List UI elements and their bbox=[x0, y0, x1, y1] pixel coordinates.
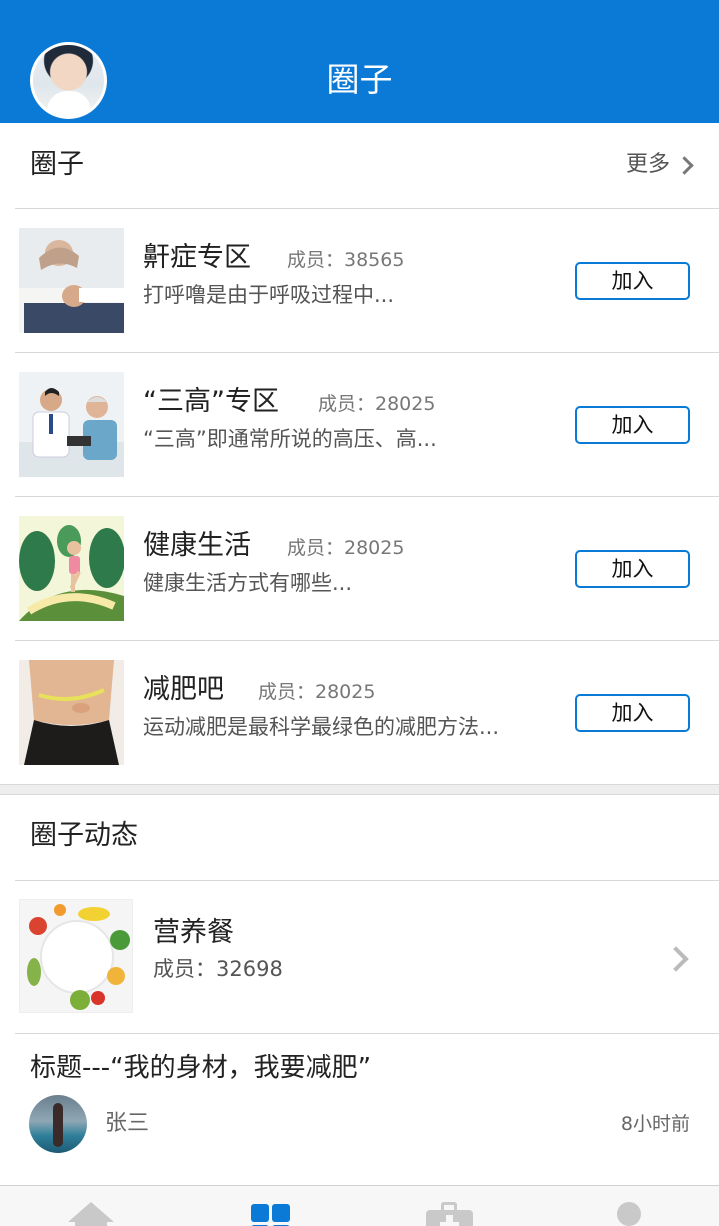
post-author-avatar[interactable] bbox=[29, 1095, 87, 1153]
feed-section-title: 圈子动态 bbox=[30, 820, 138, 851]
post-title[interactable]: 标题---“我的身材，我要减肥” bbox=[30, 1050, 371, 1086]
feed-section-header: 圈子动态 bbox=[0, 796, 719, 882]
feed-group-name: 营养餐 bbox=[153, 917, 234, 948]
circle-members: 成员：28025 bbox=[258, 681, 376, 703]
circle-item[interactable]: 减肥吧 成员：28025 运动减肥是最科学最绿色的减肥方法... 加入 bbox=[0, 641, 719, 785]
chevron-right-icon bbox=[663, 946, 689, 972]
grid-icon[interactable] bbox=[250, 1198, 300, 1226]
page-title: 圈子 bbox=[326, 60, 393, 99]
circle-desc: 健康生活方式有哪些... bbox=[143, 571, 353, 595]
circles-section-header: 圈子 更多 bbox=[0, 123, 719, 209]
feed-group-item[interactable]: 营养餐 成员：32698 bbox=[0, 880, 719, 1034]
home-icon[interactable] bbox=[66, 1198, 116, 1226]
fruit-plate-thumbnail bbox=[19, 899, 133, 1013]
jogging-thumbnail bbox=[19, 516, 124, 621]
circle-name: 鼾症专区 bbox=[143, 242, 251, 273]
join-button[interactable]: 加入 bbox=[575, 406, 690, 444]
circle-item[interactable]: 鼾症专区 成员：38565 打呼噜是由于呼吸过程中... 加入 bbox=[0, 209, 719, 353]
circle-name: 减肥吧 bbox=[143, 674, 224, 705]
feed-group-members: 成员：32698 bbox=[153, 957, 283, 981]
post-author: 张三 bbox=[105, 1111, 150, 1136]
join-button[interactable]: 加入 bbox=[575, 262, 690, 300]
circle-name: “三高”专区 bbox=[143, 386, 279, 417]
more-link[interactable]: 更多 bbox=[625, 149, 694, 181]
circle-members: 成员：28025 bbox=[318, 393, 436, 415]
circle-name: 健康生活 bbox=[143, 530, 251, 561]
section-separator bbox=[0, 784, 719, 795]
circle-desc: “三高”即通常所说的高压、高... bbox=[143, 427, 437, 451]
more-label: 更多 bbox=[625, 152, 670, 177]
medical-kit-icon[interactable] bbox=[426, 1198, 476, 1226]
waist-thumbnail bbox=[19, 660, 124, 765]
doctor-thumbnail bbox=[19, 372, 124, 477]
app-header: 圈子 bbox=[0, 0, 719, 123]
circles-section-title: 圈子 bbox=[30, 149, 84, 180]
circle-desc: 运动减肥是最科学最绿色的减肥方法... bbox=[143, 715, 500, 739]
circle-item[interactable]: “三高”专区 成员：28025 “三高”即通常所说的高压、高... 加入 bbox=[0, 353, 719, 497]
join-button[interactable]: 加入 bbox=[575, 694, 690, 732]
person-icon[interactable] bbox=[615, 1198, 665, 1226]
circle-members: 成员：28025 bbox=[287, 537, 405, 559]
post-time: 8小时前 bbox=[620, 1113, 690, 1135]
circle-item[interactable]: 健康生活 成员：28025 健康生活方式有哪些... 加入 bbox=[0, 497, 719, 641]
chevron-right-icon bbox=[675, 155, 694, 175]
sleeping-person-thumbnail bbox=[19, 228, 124, 333]
circle-members: 成员：38565 bbox=[287, 249, 405, 271]
join-button[interactable]: 加入 bbox=[575, 550, 690, 588]
circle-desc: 打呼噜是由于呼吸过程中... bbox=[143, 283, 395, 307]
divider bbox=[15, 1033, 719, 1034]
bottom-tab-bar bbox=[0, 1185, 719, 1226]
